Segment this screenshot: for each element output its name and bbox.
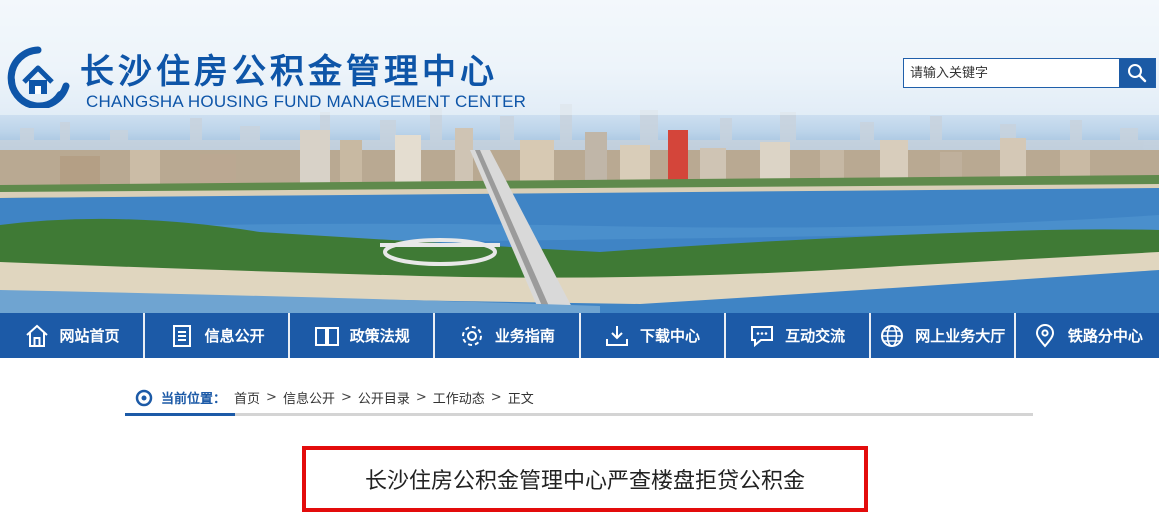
article-title: 长沙住房公积金管理中心严查楼盘拒贷公积金 bbox=[302, 446, 868, 512]
nav-item-label: 铁路分中心 bbox=[1067, 327, 1143, 345]
chat-icon bbox=[749, 323, 775, 349]
search-icon bbox=[1128, 64, 1147, 83]
nav-item-label: 业务指南 bbox=[494, 327, 555, 345]
breadcrumb-info-link[interactable]: 信息公开 bbox=[283, 388, 335, 407]
nav-item-home[interactable]: 网站首页 bbox=[0, 313, 146, 358]
search-button[interactable] bbox=[1119, 59, 1155, 87]
nav-item-railway-branch[interactable]: 铁路分中心 bbox=[1016, 313, 1159, 358]
breadcrumb-catalog-link[interactable]: 公开目录 bbox=[358, 388, 410, 407]
location-marker-icon bbox=[135, 389, 153, 407]
search-box bbox=[903, 58, 1156, 88]
nav-item-downloads[interactable]: 下载中心 bbox=[581, 313, 726, 358]
search-input[interactable] bbox=[904, 59, 1119, 87]
nav-item-interaction[interactable]: 互动交流 bbox=[726, 313, 871, 358]
breadcrumb: 当前位置： 首页 > 信息公开 > 公开目录 > 工作动态 > 正文 bbox=[125, 382, 1033, 416]
nav-item-policies[interactable]: 政策法规 bbox=[290, 313, 436, 358]
nav-item-label: 政策法规 bbox=[349, 327, 410, 345]
download-icon bbox=[604, 323, 630, 349]
nav-item-label: 网站首页 bbox=[59, 327, 120, 345]
site-title-cn: 长沙住房公积金管理中心 bbox=[80, 52, 498, 92]
book-icon bbox=[314, 323, 340, 349]
house-fund-logo-icon bbox=[7, 46, 70, 108]
breadcrumb-accent-bar bbox=[125, 413, 235, 416]
nav-item-business-guide[interactable]: 业务指南 bbox=[435, 313, 581, 358]
home-icon bbox=[24, 323, 50, 349]
nav-item-label: 互动交流 bbox=[785, 327, 846, 345]
breadcrumb-separator: > bbox=[490, 390, 502, 405]
breadcrumb-home-link[interactable]: 首页 bbox=[234, 388, 260, 407]
location-pin-icon bbox=[1032, 323, 1058, 349]
breadcrumb-separator: > bbox=[415, 390, 427, 405]
gear-icon bbox=[459, 323, 485, 349]
nav-item-info-disclosure[interactable]: 信息公开 bbox=[145, 313, 291, 358]
header-banner: 长沙住房公积金管理中心 CHANGSHA HOUSING FUND MANAGE… bbox=[0, 0, 1159, 313]
nav-item-label: 下载中心 bbox=[640, 327, 701, 345]
nav-item-online-hall[interactable]: 网上业务大厅 bbox=[871, 313, 1016, 358]
breadcrumb-separator: > bbox=[340, 390, 352, 405]
nav-item-label: 网上业务大厅 bbox=[915, 327, 1006, 345]
nav-item-label: 信息公开 bbox=[204, 327, 265, 345]
breadcrumb-work-news-link[interactable]: 工作动态 bbox=[433, 388, 485, 407]
breadcrumb-separator: > bbox=[266, 390, 277, 405]
globe-icon bbox=[879, 323, 905, 349]
breadcrumb-current: 正文 bbox=[507, 392, 534, 407]
main-nav: 网站首页 信息公开 政策法规 业务指南 下载中心 互动交流 网上业务大厅 铁路分… bbox=[0, 313, 1159, 358]
breadcrumb-label: 当前位置： bbox=[161, 392, 227, 407]
site-title-en: CHANGSHA HOUSING FUND MANAGEMENT CENTER bbox=[86, 92, 527, 111]
document-list-icon bbox=[169, 323, 195, 349]
